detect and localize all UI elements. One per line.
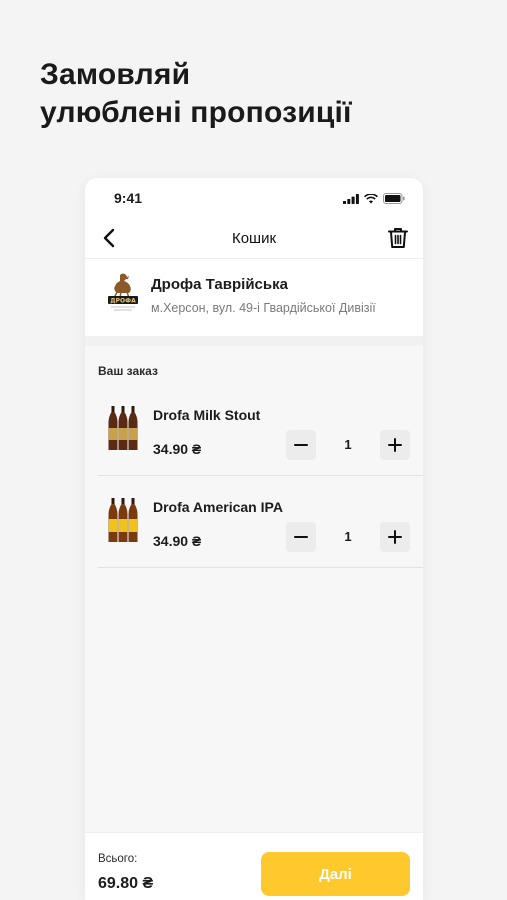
order-section-label: Ваш заказ [98, 364, 158, 378]
product-image [108, 498, 138, 542]
status-icons [343, 193, 405, 204]
nav-bar: Кошик [85, 218, 423, 258]
clear-cart-button[interactable] [385, 224, 411, 252]
order-section: Ваш заказ Drofa Milk Stout 34.90 ₴ 1 Dro… [85, 346, 423, 832]
decrease-quantity-button[interactable] [286, 430, 316, 460]
promo-headline: Замовляй улюблені пропозиції [40, 56, 352, 132]
store-logo: ДРОФА [108, 273, 138, 311]
plus-icon [388, 438, 402, 452]
product-name: Drofa Milk Stout [153, 407, 261, 423]
quantity-value: 1 [344, 437, 352, 452]
product-price: 34.90 ₴ [153, 441, 202, 457]
product-price: 34.90 ₴ [153, 533, 202, 549]
headline-line-1: Замовляй [40, 58, 191, 91]
total-value: 69.80 ₴ [98, 875, 154, 892]
store-logo-text: ДРОФА [110, 297, 136, 304]
checkout-footer: Всього: 69.80 ₴ Далі [85, 832, 423, 900]
product-image [108, 406, 138, 450]
increase-quantity-button[interactable] [380, 430, 410, 460]
phone-screen: 9:41 Кошик ДРОФА Дрофа Таврійська м.Херс… [85, 178, 423, 900]
store-address: м.Херсон, вул. 49-і Гвардійської Дивізії [151, 301, 376, 315]
product-name: Drofa American IPA [153, 499, 283, 515]
increase-quantity-button[interactable] [380, 522, 410, 552]
trash-icon [388, 228, 408, 248]
section-divider [85, 336, 423, 346]
battery-icon [383, 193, 405, 204]
decrease-quantity-button[interactable] [286, 522, 316, 552]
status-time: 9:41 [114, 190, 143, 206]
store-name: Дрофа Таврійська [151, 276, 288, 293]
status-bar: 9:41 [85, 178, 423, 218]
total-label: Всього: [98, 853, 138, 865]
wifi-icon [364, 193, 378, 204]
next-button[interactable]: Далі [261, 852, 410, 896]
cart-item: Drofa American IPA 34.90 ₴ 1 [98, 476, 423, 568]
signal-icon [343, 193, 359, 204]
plus-icon [388, 530, 402, 544]
page-title: Кошик [231, 230, 277, 247]
minus-icon [294, 536, 308, 538]
cart-item: Drofa Milk Stout 34.90 ₴ 1 [98, 384, 423, 476]
headline-line-2: улюблені пропозиції [40, 96, 352, 129]
store-card[interactable]: ДРОФА Дрофа Таврійська м.Херсон, вул. 49… [85, 258, 423, 336]
quantity-value: 1 [344, 529, 352, 544]
minus-icon [294, 444, 308, 446]
